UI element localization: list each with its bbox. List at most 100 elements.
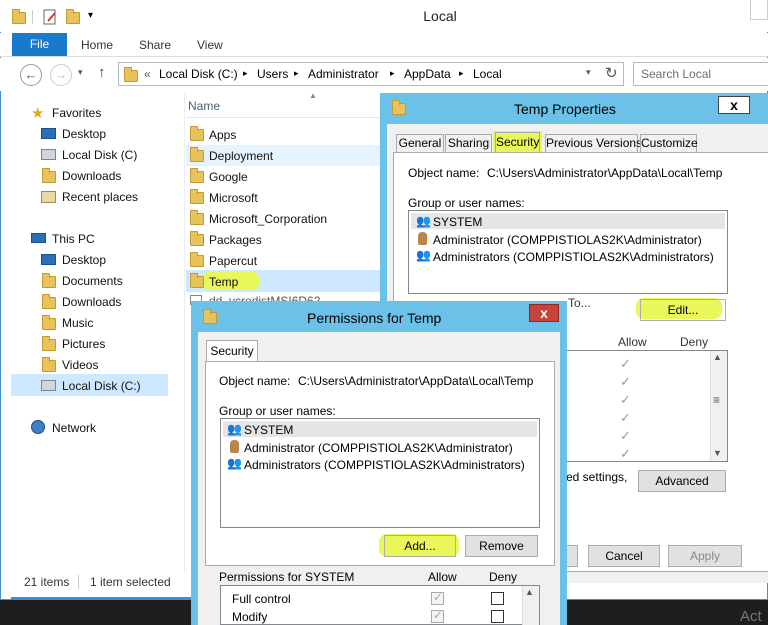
scroll-up-icon[interactable]: ▲ (713, 352, 722, 362)
file-item-google[interactable]: Google (209, 170, 248, 184)
remove-button[interactable]: Remove (465, 535, 538, 557)
tab-general[interactable]: General (396, 134, 444, 152)
nav-downloads[interactable]: Downloads (62, 169, 121, 183)
breadcrumb-appdata[interactable]: AppData (404, 67, 451, 81)
breadcrumb-local[interactable]: Local (473, 67, 502, 81)
modify-allow-checkbox[interactable]: ✓ (431, 608, 444, 623)
drive-icon (41, 380, 56, 391)
nav-documents[interactable]: Documents (62, 274, 123, 288)
users-icon: 👥 (227, 456, 242, 470)
user-administrators[interactable]: Administrators (COMPPISTIOLAS2K\Administ… (433, 250, 714, 264)
nav-recent-places[interactable]: Recent places (62, 190, 138, 204)
tab-sharing[interactable]: Sharing (445, 134, 492, 152)
cancel-button[interactable]: Cancel (588, 545, 660, 567)
ribbon (0, 33, 768, 57)
edit-button[interactable]: Edit... (640, 299, 726, 321)
advanced-button[interactable]: Advanced (638, 470, 726, 492)
recent-places-icon (41, 191, 56, 203)
desktop-icon (41, 128, 56, 139)
close-button[interactable]: x (718, 96, 750, 114)
nav-pc-local-disk[interactable]: Local Disk (C:) (62, 379, 141, 393)
breadcrumb-administrator[interactable]: Administrator (308, 67, 379, 81)
scroll-down-icon[interactable]: ▼ (713, 448, 722, 458)
tab-home[interactable]: Home (81, 38, 113, 52)
user-system[interactable]: SYSTEM (433, 215, 482, 229)
up-button[interactable]: ↑ (98, 64, 106, 81)
nav-desktop[interactable]: Desktop (62, 127, 106, 141)
network-icon (31, 420, 45, 434)
file-item-apps[interactable]: Apps (209, 128, 236, 142)
downloads-icon (42, 294, 56, 309)
file-item-temp[interactable]: Temp (209, 275, 238, 289)
chevron-right-icon[interactable]: ▸ (243, 68, 248, 79)
object-name-label: Object name: (408, 166, 480, 180)
file-item-packages[interactable]: Packages (209, 233, 262, 247)
properties-title: Temp Properties (514, 101, 616, 117)
partial-text: To... (568, 296, 591, 310)
file-item-microsoft-corporation[interactable]: Microsoft_Corporation (209, 212, 327, 226)
nav-network[interactable]: Network (52, 421, 96, 435)
chevron-down-icon[interactable]: ▾ (586, 67, 591, 78)
perms-allow-header: Allow (428, 570, 457, 584)
search-placeholder: Search Local (641, 67, 712, 81)
nav-pictures[interactable]: Pictures (62, 337, 105, 351)
modify-deny-checkbox[interactable] (491, 610, 504, 623)
back-button[interactable]: ← (20, 64, 42, 86)
file-tab[interactable]: File (12, 33, 67, 56)
folder-icon (190, 168, 204, 183)
scroll-thumb[interactable]: ≡ (713, 393, 720, 407)
nav-pc-desktop[interactable]: Desktop (62, 253, 106, 267)
folder-icon (190, 126, 204, 141)
breadcrumb-local-disk[interactable]: Local Disk (C:) (159, 67, 238, 81)
perms-user-administrators[interactable]: Administrators (COMPPISTIOLAS2K\Administ… (244, 458, 525, 472)
tab-share[interactable]: Share (139, 38, 171, 52)
nav-local-disk[interactable]: Local Disk (C) (62, 148, 137, 162)
apply-button[interactable]: Apply (668, 545, 742, 567)
nav-pc-downloads[interactable]: Downloads (62, 295, 121, 309)
tab-view[interactable]: View (197, 38, 223, 52)
scroll-up-icon[interactable]: ▲ (525, 587, 534, 597)
forward-button[interactable]: → (50, 64, 72, 86)
title-bar: ▾ Local (0, 0, 768, 32)
tab-previous-versions[interactable]: Previous Versions (545, 134, 642, 152)
nav-videos[interactable]: Videos (62, 358, 98, 372)
chevron-right-icon[interactable]: ▸ (459, 68, 464, 79)
chevron-right-icon[interactable]: ▸ (390, 68, 395, 79)
ok-button-partial[interactable] (566, 545, 578, 567)
nav-music[interactable]: Music (62, 316, 93, 330)
recent-locations-icon[interactable]: ▾ (78, 67, 83, 78)
perms-user-administrator[interactable]: Administrator (COMPPISTIOLAS2K\Administr… (244, 441, 513, 455)
drive-icon (41, 149, 56, 160)
user-administrator[interactable]: Administrator (COMPPISTIOLAS2K\Administr… (433, 233, 702, 247)
user-icon (418, 232, 427, 245)
breadcrumb-overflow[interactable]: « (144, 67, 151, 81)
file-item-deployment[interactable]: Deployment (209, 149, 273, 163)
folder-icon (190, 147, 204, 162)
add-button[interactable]: Add... (384, 535, 456, 557)
permissions-list[interactable] (566, 350, 728, 462)
perm-row-full-control: Full control (232, 592, 291, 606)
refresh-icon[interactable]: ↻ (605, 64, 618, 82)
nav-this-pc[interactable]: This PC (52, 232, 95, 246)
file-item-microsoft[interactable]: Microsoft (209, 191, 258, 205)
column-name-header[interactable]: Name (188, 99, 220, 113)
full-control-allow-checkbox[interactable]: ✓ (431, 590, 444, 605)
desktop-icon (41, 254, 56, 265)
nav-favorites[interactable]: Favorites (52, 106, 101, 120)
full-control-deny-checkbox[interactable] (491, 592, 504, 605)
perms-object-value: C:\Users\Administrator\AppData\Local\Tem… (298, 374, 534, 388)
tab-customize[interactable]: Customize (640, 134, 698, 152)
window-control-button[interactable] (750, 0, 768, 20)
chevron-right-icon[interactable]: ▸ (294, 68, 299, 79)
folder-icon (392, 100, 406, 115)
tab-perms-security[interactable]: Security (206, 340, 258, 362)
music-icon (42, 315, 56, 330)
activation-watermark: Act (740, 608, 762, 625)
file-item-papercut[interactable]: Papercut (209, 254, 257, 268)
tab-security[interactable]: Security (495, 132, 540, 153)
close-button[interactable]: x (529, 304, 559, 322)
perms-deny-header: Deny (489, 570, 518, 584)
breadcrumb-users[interactable]: Users (257, 67, 288, 81)
folder-icon (203, 309, 217, 324)
perms-user-system[interactable]: SYSTEM (244, 423, 293, 437)
